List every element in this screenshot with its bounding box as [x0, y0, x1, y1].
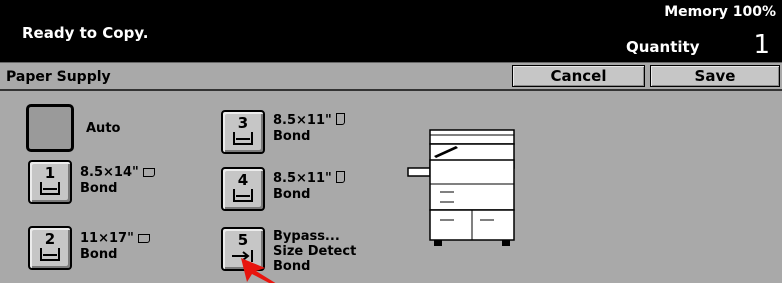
tray-3-type: Bond [273, 129, 311, 144]
tray-4-size: 8.5×11" [273, 171, 332, 186]
landscape-paper-icon [137, 234, 150, 243]
landscape-paper-icon [142, 168, 155, 177]
tray-5-line1: Bypass... [273, 229, 340, 244]
portrait-paper-icon [335, 171, 345, 183]
tray-1-type: Bond [80, 181, 118, 196]
page-title: Paper Supply [6, 69, 111, 85]
tray-5-number: 5 [237, 231, 249, 249]
tray-5-line2: Size Detect [273, 244, 357, 259]
quantity-label: Quantity [626, 38, 700, 56]
paper-supply-panel: Auto 1 8.5×14" Bond 2 11×17" Bond 3 8.5×… [0, 91, 782, 283]
tray-2-label: 11×17" Bond [80, 231, 150, 263]
auto-label: Auto [86, 121, 121, 136]
memory-indicator: Memory 100% [664, 4, 776, 20]
status-message: Ready to Copy. [22, 24, 149, 42]
tray-4-label: 8.5×11" Bond [273, 171, 345, 203]
tray-line-icon [43, 254, 57, 256]
save-button[interactable]: Save [650, 65, 780, 87]
cancel-button[interactable]: Cancel [512, 65, 645, 87]
quantity-value: 1 [753, 30, 770, 60]
title-bar: Paper Supply Cancel Save [0, 62, 782, 91]
tray-line-icon [43, 188, 57, 190]
tray-1-size: 8.5×14" [80, 165, 139, 180]
copier-screen: Ready to Copy. Memory 100% Quantity 1 Pa… [0, 0, 782, 283]
tray-4-number: 4 [237, 171, 249, 189]
tray-1-label: 8.5×14" Bond [80, 165, 155, 197]
tray-line-icon [236, 138, 250, 140]
tray-1-number: 1 [44, 164, 56, 182]
tray-2-type: Bond [80, 247, 118, 262]
tray-4-button[interactable]: 4 [221, 167, 265, 211]
tray-line-icon [236, 195, 250, 197]
pointer-cursor-icon [241, 258, 276, 283]
tray-5-label: Bypass... Size Detect Bond [273, 229, 356, 274]
status-bar: Ready to Copy. Memory 100% Quantity 1 [0, 0, 782, 62]
tray-3-label: 8.5×11" Bond [273, 113, 345, 145]
copier-machine-diagram [407, 129, 515, 246]
tray-3-button[interactable]: 3 [221, 110, 265, 154]
tray-3-number: 3 [237, 114, 249, 132]
tray-2-size: 11×17" [80, 231, 134, 246]
auto-tray-button[interactable] [26, 104, 74, 152]
tray-3-size: 8.5×11" [273, 113, 332, 128]
tray-2-button[interactable]: 2 [28, 226, 72, 270]
tray-1-button[interactable]: 1 [28, 160, 72, 204]
tray-2-number: 2 [44, 230, 56, 248]
portrait-paper-icon [335, 113, 345, 125]
tray-4-type: Bond [273, 187, 311, 202]
